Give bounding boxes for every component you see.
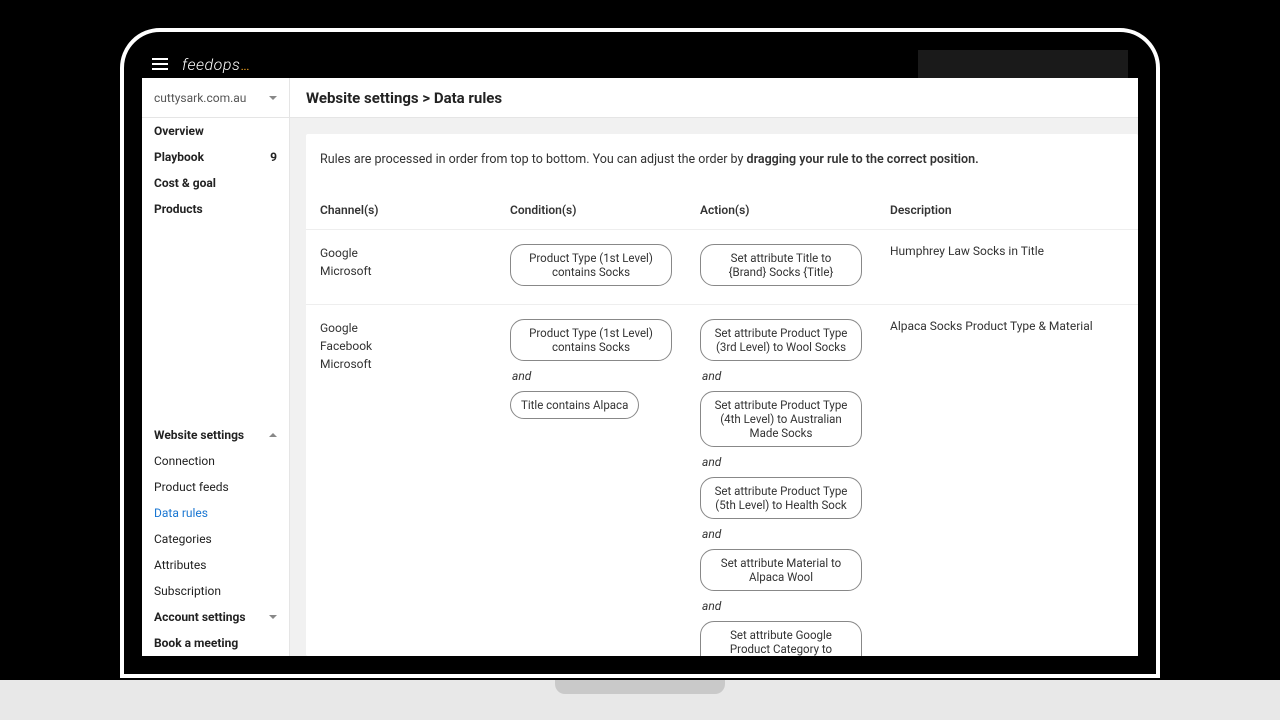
cell-actions: Set attribute Title to {Brand} Socks {Ti… xyxy=(686,230,876,305)
sidebar-item-subscription[interactable]: Subscription xyxy=(142,578,289,604)
sidebar-item-book-meeting[interactable]: Book a meeting xyxy=(142,630,289,656)
sidebar-item-label: Overview xyxy=(154,124,204,138)
header-row: cuttysark.com.au Website settings > Data… xyxy=(142,78,1138,118)
cell-description: Alpaca Socks Product Type & Material xyxy=(876,305,1138,657)
topbar-right-placeholder xyxy=(918,50,1128,78)
col-channels: Channel(s) xyxy=(306,195,496,230)
col-description: Description xyxy=(876,195,1138,230)
sidebar-item-label: Connection xyxy=(154,454,215,468)
device-frame: feedops... cuttysark.com.au Website sett… xyxy=(120,28,1160,678)
sidebar-item-label: Playbook xyxy=(154,150,204,164)
sidebar-bottom: Website settings Connection Product feeds… xyxy=(142,422,289,656)
sidebar-item-label: Products xyxy=(154,202,203,216)
and-connector: and xyxy=(702,599,860,613)
cell-channels: GoogleFacebookMicrosoft xyxy=(306,305,496,657)
sidebar-item-categories[interactable]: Categories xyxy=(142,526,289,552)
cell-conditions: Product Type (1st Level) contains Socks xyxy=(496,230,686,305)
and-connector: and xyxy=(512,369,670,383)
table-row[interactable]: GoogleMicrosoft Product Type (1st Level) … xyxy=(306,230,1138,305)
action-pill[interactable]: Set attribute Title to {Brand} Socks {Ti… xyxy=(700,244,862,286)
rules-table: Channel(s) Condition(s) Action(s) Descri… xyxy=(306,195,1138,656)
info-text-drag: dragging your rule to the correct positi… xyxy=(747,152,979,167)
sidebar-item-account-settings[interactable]: Account settings xyxy=(142,604,289,630)
breadcrumb-text: Website settings > Data rules xyxy=(306,89,502,107)
sidebar-item-products[interactable]: Products xyxy=(142,196,289,222)
laptop-base xyxy=(0,680,1280,720)
brand-logo: feedops... xyxy=(182,55,249,74)
channel-value: Google xyxy=(320,244,482,262)
sidebar-item-overview[interactable]: Overview xyxy=(142,118,289,144)
col-actions: Action(s) xyxy=(686,195,876,230)
col-conditions: Condition(s) xyxy=(496,195,686,230)
action-pill[interactable]: Set attribute Product Type (5th Level) t… xyxy=(700,477,862,519)
chevron-down-icon xyxy=(269,96,277,100)
site-name: cuttysark.com.au xyxy=(154,91,246,105)
channel-value: Google xyxy=(320,319,482,337)
sidebar-item-label: Categories xyxy=(154,532,212,546)
sidebar-item-data-rules[interactable]: Data rules xyxy=(142,500,289,526)
sidebar-item-website-settings[interactable]: Website settings xyxy=(142,422,289,448)
condition-pill[interactable]: Product Type (1st Level) contains Socks xyxy=(510,244,672,286)
condition-pill[interactable]: Title contains Alpaca xyxy=(510,391,639,419)
sidebar: Overview Playbook 9 Cost & goal Products Web… xyxy=(142,118,290,656)
table-row[interactable]: GoogleFacebookMicrosoftProduct Type (1st… xyxy=(306,305,1138,657)
chevron-down-icon xyxy=(269,615,277,619)
site-selector[interactable]: cuttysark.com.au xyxy=(142,78,290,117)
info-text: Rules are processed in order from top to… xyxy=(306,134,1138,195)
and-connector: and xyxy=(702,455,860,469)
sidebar-item-label: Book a meeting xyxy=(154,636,238,650)
hamburger-icon[interactable] xyxy=(152,58,168,70)
cell-channels: GoogleMicrosoft xyxy=(306,230,496,305)
chevron-up-icon xyxy=(269,433,277,437)
body: Overview Playbook 9 Cost & goal Products Web… xyxy=(142,118,1138,656)
sidebar-item-label: Data rules xyxy=(154,506,208,520)
topbar: feedops... xyxy=(142,50,1138,78)
cell-actions: Set attribute Product Type (3rd Level) t… xyxy=(686,305,876,657)
sidebar-item-label: Account settings xyxy=(154,610,246,624)
laptop-notch xyxy=(555,680,725,694)
breadcrumb: Website settings > Data rules xyxy=(290,78,1138,117)
channel-value: Microsoft xyxy=(320,355,482,373)
action-pill[interactable]: Set attribute Google Product Category to… xyxy=(700,621,862,656)
sidebar-item-label: Website settings xyxy=(154,428,244,442)
sidebar-item-attributes[interactable]: Attributes xyxy=(142,552,289,578)
action-pill[interactable]: Set attribute Product Type (4th Level) t… xyxy=(700,391,862,447)
badge: 9 xyxy=(270,150,277,164)
sidebar-item-label: Cost & goal xyxy=(154,176,216,190)
channel-value: Microsoft xyxy=(320,262,482,280)
info-text-pre: Rules are processed in order from top to… xyxy=(320,152,747,167)
sidebar-item-product-feeds[interactable]: Product feeds xyxy=(142,474,289,500)
sidebar-item-playbook[interactable]: Playbook 9 xyxy=(142,144,289,170)
app-screen: feedops... cuttysark.com.au Website sett… xyxy=(142,50,1138,656)
cell-description: Humphrey Law Socks in Title xyxy=(876,230,1138,305)
brand-text: feedops xyxy=(182,55,240,74)
main-content: Rules are processed in order from top to… xyxy=(290,118,1138,656)
sidebar-top: Overview Playbook 9 Cost & goal Products xyxy=(142,118,289,222)
action-pill[interactable]: Set attribute Material to Alpaca Wool xyxy=(700,549,862,591)
condition-pill[interactable]: Product Type (1st Level) contains Socks xyxy=(510,319,672,361)
and-connector: and xyxy=(702,369,860,383)
rules-card: Rules are processed in order from top to… xyxy=(306,134,1138,656)
sidebar-item-label: Product feeds xyxy=(154,480,229,494)
action-pill[interactable]: Set attribute Product Type (3rd Level) t… xyxy=(700,319,862,361)
cell-conditions: Product Type (1st Level) contains Socks a… xyxy=(496,305,686,657)
channel-value: Facebook xyxy=(320,337,482,355)
sidebar-item-cost-goal[interactable]: Cost & goal xyxy=(142,170,289,196)
sidebar-item-connection[interactable]: Connection xyxy=(142,448,289,474)
and-connector: and xyxy=(702,527,860,541)
sidebar-item-label: Subscription xyxy=(154,584,221,598)
sidebar-item-label: Attributes xyxy=(154,558,206,572)
